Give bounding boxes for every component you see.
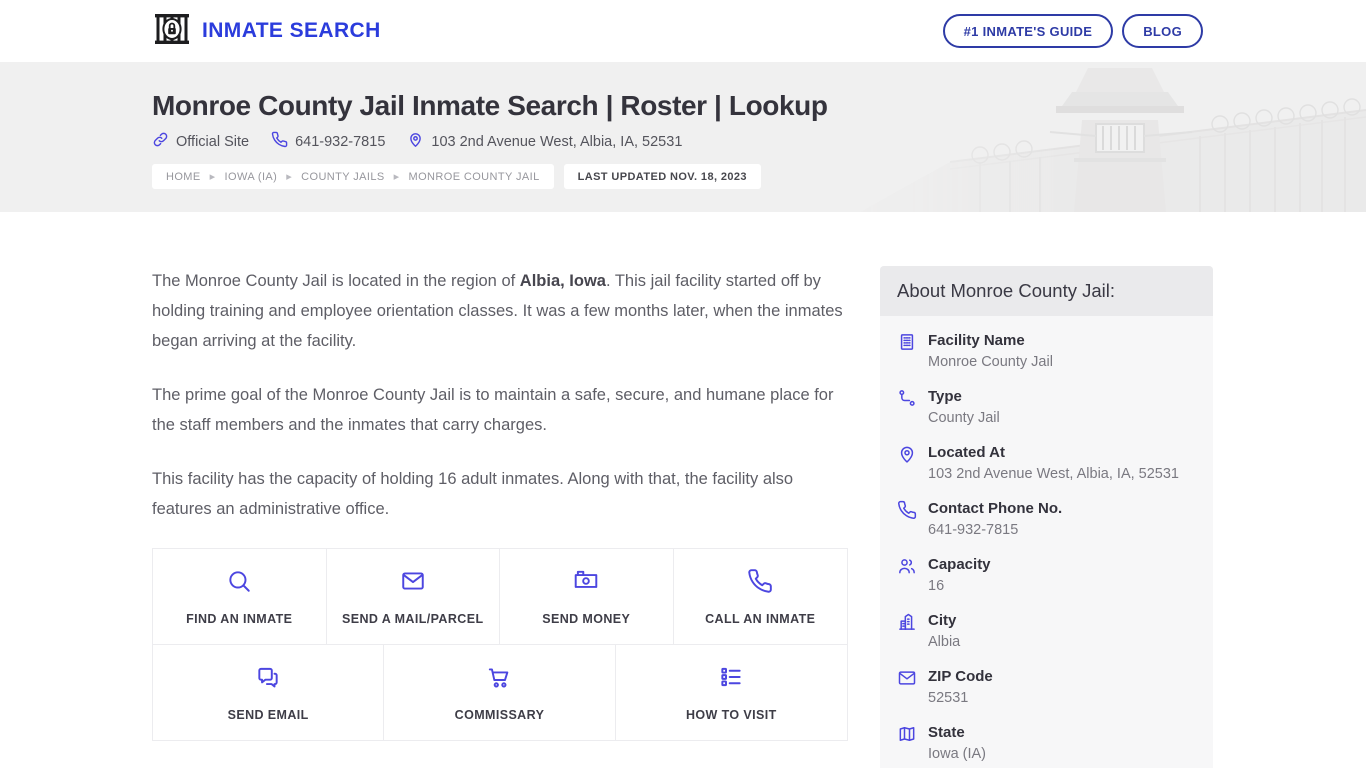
breadcrumb-iowa[interactable]: IOWA (IA): [225, 170, 302, 183]
location-pin-icon: [897, 443, 917, 484]
address-link[interactable]: 103 2nd Avenue West, Albia, IA, 52531: [407, 131, 682, 152]
official-site-link[interactable]: Official Site: [152, 131, 249, 152]
building-icon: [897, 331, 917, 372]
address-label: 103 2nd Avenue West, Albia, IA, 52531: [431, 133, 683, 150]
article: The Monroe County Jail is located in the…: [152, 266, 848, 741]
inmates-guide-button[interactable]: #1 INMATE'S GUIDE: [942, 14, 1114, 48]
link-icon: [152, 131, 169, 152]
brand-logo[interactable]: INMATE SEARCH: [152, 12, 381, 51]
fact-located-at: Located At 103 2nd Avenue West, Albia, IA…: [897, 439, 1196, 488]
header: INMATE SEARCH #1 INMATE'S GUIDE BLOG: [0, 0, 1366, 62]
call-an-inmate-button[interactable]: CALL AN INMATE: [673, 549, 847, 645]
people-icon: [897, 555, 917, 596]
official-site-label: Official Site: [176, 133, 250, 150]
shopping-cart-icon: [486, 664, 512, 695]
breadcrumb-home[interactable]: HOME: [166, 170, 225, 183]
phone-icon: [897, 499, 917, 540]
fact-contact-phone: Contact Phone No. 641-932-7815: [897, 495, 1196, 544]
paragraph-1: The Monroe County Jail is located in the…: [152, 272, 843, 350]
breadcrumb: HOME IOWA (IA) COUNTY JAILS MONROE COUNT…: [152, 164, 554, 189]
fact-type: Type County Jail: [897, 383, 1196, 432]
fact-state: State Iowa (IA): [897, 719, 1196, 768]
how-to-visit-button[interactable]: HOW TO VISIT: [615, 645, 847, 741]
bold-city-state: Albia, Iowa: [519, 272, 606, 290]
fact-zip-code: ZIP Code 52531: [897, 663, 1196, 712]
header-nav: #1 INMATE'S GUIDE BLOG: [942, 14, 1203, 48]
hero-meta: Official Site 641-932-7815 103 2nd Avenu…: [152, 131, 1366, 152]
city-icon: [897, 611, 917, 652]
send-mail-parcel-button[interactable]: SEND A MAIL/PARCEL: [326, 549, 500, 645]
find-an-inmate-button[interactable]: FIND AN INMATE: [153, 549, 327, 645]
last-updated-badge: LAST UPDATED NOV. 18, 2023: [563, 164, 761, 189]
breadcrumb-row: HOME IOWA (IA) COUNTY JAILS MONROE COUNT…: [152, 164, 1366, 189]
paragraph-3: This facility has the capacity of holdin…: [152, 470, 794, 518]
phone-link[interactable]: 641-932-7815: [271, 131, 385, 152]
main-content: The Monroe County Jail is located in the…: [0, 212, 1366, 768]
breadcrumb-county-jails[interactable]: COUNTY JAILS: [301, 170, 408, 183]
map-icon: [897, 723, 917, 764]
phone-icon: [747, 568, 773, 599]
send-email-button[interactable]: SEND EMAIL: [153, 645, 385, 741]
fact-city: City Albia: [897, 607, 1196, 656]
fact-capacity: Capacity 16: [897, 551, 1196, 600]
page-title: Monroe County Jail Inmate Search | Roste…: [152, 90, 828, 121]
about-panel: About Monroe County Jail: Facility Name M…: [880, 266, 1213, 768]
breadcrumb-current: MONROE COUNTY JAIL: [408, 170, 540, 183]
brand-name: INMATE SEARCH: [202, 19, 381, 42]
location-pin-icon: [407, 131, 424, 152]
list-icon: [718, 664, 744, 695]
send-money-button[interactable]: SEND MONEY: [500, 549, 674, 645]
envelope-icon: [400, 568, 426, 599]
action-grid: FIND AN INMATE SEND A MAIL/PARCEL SEND M…: [152, 548, 848, 741]
hero-section: Monroe County Jail Inmate Search | Roste…: [0, 62, 1366, 212]
search-icon: [226, 568, 252, 599]
jail-lock-icon: [152, 12, 192, 51]
fact-facility-name: Facility Name Monroe County Jail: [897, 327, 1196, 376]
about-panel-heading: About Monroe County Jail:: [880, 266, 1213, 316]
commissary-button[interactable]: COMMISSARY: [384, 645, 616, 741]
blog-button[interactable]: BLOG: [1122, 14, 1203, 48]
banknote-icon: [573, 568, 599, 599]
phone-label: 641-932-7815: [295, 133, 386, 150]
chat-bubbles-icon: [255, 664, 281, 695]
paragraph-2: The prime goal of the Monroe County Jail…: [152, 386, 834, 434]
route-icon: [897, 387, 917, 428]
phone-icon: [271, 131, 288, 152]
envelope-icon: [897, 667, 917, 708]
